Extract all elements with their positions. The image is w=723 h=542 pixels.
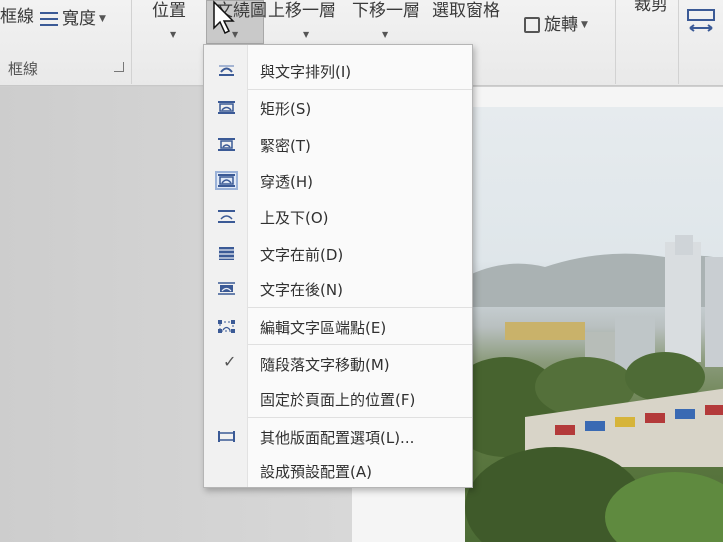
wrap-text-menu: 與文字排列(I) 矩形(S) 緊密(T) 穿透(H) 上及下(O) 文字在前(D… bbox=[203, 44, 473, 488]
wrap-square-icon bbox=[218, 101, 235, 114]
photo-scene bbox=[465, 235, 723, 542]
crop-label: 裁剪 bbox=[634, 0, 668, 15]
menu-item-label: 矩形(S) bbox=[260, 100, 312, 118]
menu-item-behind-text[interactable]: 文字在前(D) bbox=[204, 237, 472, 270]
rotate-button[interactable]: 旋轉 ▼ bbox=[524, 14, 588, 36]
position-button[interactable]: 位置 bbox=[152, 0, 186, 22]
menu-item-label: 文字在前(D) bbox=[260, 246, 344, 264]
menu-item-top-and-bottom[interactable]: 上及下(O) bbox=[204, 200, 472, 233]
chevron-down-icon: ▼ bbox=[99, 14, 106, 24]
crop-button[interactable]: 裁剪 bbox=[634, 0, 668, 16]
position-label: 位置 bbox=[152, 1, 186, 21]
menu-item-label: 與文字排列(I) bbox=[260, 63, 352, 81]
rotate-label: 旋轉 bbox=[544, 15, 578, 35]
menu-item-more-layout-options[interactable]: 其他版面配置選項(L)... bbox=[204, 420, 472, 453]
ribbon-separator bbox=[615, 0, 616, 84]
edit-wrap-points-icon bbox=[218, 320, 235, 333]
wrap-behind-text-icon bbox=[218, 247, 235, 260]
menu-separator bbox=[248, 307, 472, 308]
border-group-label: 框線 bbox=[8, 60, 39, 78]
wrap-tight-icon bbox=[218, 138, 235, 151]
menu-item-label: 其他版面配置選項(L)... bbox=[260, 429, 415, 447]
menu-item-edit-wrap-points[interactable]: 編輯文字區端點(E) bbox=[204, 310, 472, 343]
inserted-photo[interactable] bbox=[465, 107, 723, 542]
rotate-icon bbox=[524, 17, 540, 33]
menu-item-through[interactable]: 穿透(H) bbox=[204, 164, 472, 197]
chevron-down-icon[interactable]: ▼ bbox=[170, 30, 176, 39]
menu-item-label: 文字在後(N) bbox=[260, 281, 343, 299]
menu-separator bbox=[248, 344, 472, 345]
ribbon-separator bbox=[131, 0, 132, 84]
width-button[interactable]: 寬度 ▼ bbox=[40, 8, 106, 30]
ribbon-separator bbox=[678, 0, 679, 84]
menu-item-in-line-with-text[interactable]: 與文字排列(I) bbox=[204, 54, 472, 87]
send-backward-button[interactable]: 下移一層 bbox=[352, 0, 420, 22]
menu-item-label: 緊密(T) bbox=[260, 137, 311, 155]
width-label: 寬度 bbox=[62, 9, 96, 29]
line-width-icon bbox=[40, 12, 58, 26]
send-backward-label: 下移一層 bbox=[352, 1, 420, 21]
chevron-down-icon[interactable]: ▼ bbox=[382, 30, 388, 39]
menu-item-set-as-default[interactable]: 設成預設配置(A) bbox=[204, 454, 472, 487]
menu-item-square[interactable]: 矩形(S) bbox=[204, 91, 472, 124]
border-button[interactable]: 框線 bbox=[0, 6, 34, 28]
menu-separator bbox=[248, 417, 472, 418]
checkmark-icon: ✓ bbox=[223, 352, 237, 371]
menu-separator bbox=[248, 89, 472, 90]
menu-item-label: 固定於頁面上的位置(F) bbox=[260, 391, 416, 409]
layout-options-icon bbox=[218, 431, 235, 442]
bring-forward-button[interactable]: 上移一層 bbox=[268, 0, 336, 22]
border-label: 框線 bbox=[0, 7, 34, 27]
menu-item-label: 隨段落文字移動(M) bbox=[260, 356, 390, 374]
mouse-cursor-icon bbox=[213, 0, 235, 35]
wrap-inline-icon bbox=[219, 65, 234, 76]
menu-item-in-front-of-text[interactable]: 文字在後(N) bbox=[204, 272, 472, 305]
chevron-down-icon[interactable]: ▼ bbox=[303, 30, 309, 39]
dialog-launcher-icon[interactable] bbox=[114, 62, 124, 72]
menu-item-fix-position-on-page[interactable]: 固定於頁面上的位置(F) bbox=[204, 382, 472, 415]
wrap-in-front-icon bbox=[218, 282, 235, 295]
wrap-through-icon bbox=[215, 171, 238, 190]
crop-size-icon[interactable] bbox=[686, 8, 716, 36]
selection-pane-button[interactable]: 選取窗格 bbox=[432, 0, 500, 22]
menu-item-label: 上及下(O) bbox=[260, 209, 329, 227]
selection-pane-label: 選取窗格 bbox=[432, 1, 500, 21]
menu-item-move-with-text[interactable]: ✓ 隨段落文字移動(M) bbox=[204, 347, 472, 380]
menu-item-tight[interactable]: 緊密(T) bbox=[204, 128, 472, 161]
wrap-top-bottom-icon bbox=[218, 210, 235, 223]
chevron-down-icon: ▼ bbox=[581, 20, 588, 30]
menu-item-label: 設成預設配置(A) bbox=[260, 463, 372, 481]
menu-item-label: 編輯文字區端點(E) bbox=[260, 319, 387, 337]
menu-item-label: 穿透(H) bbox=[260, 173, 313, 191]
bring-forward-label: 上移一層 bbox=[268, 1, 336, 21]
